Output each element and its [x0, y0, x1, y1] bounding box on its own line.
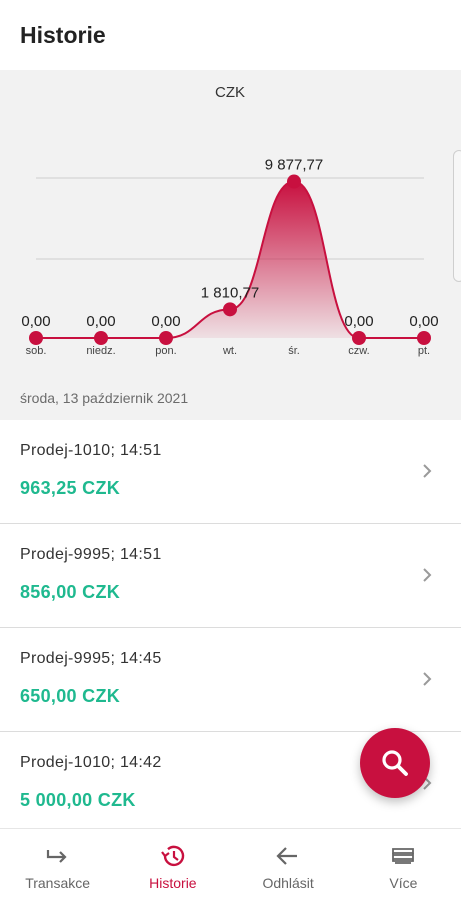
- transaction-separator: ;: [110, 442, 116, 459]
- bottom-navigation: Transakce Historie Odhlásit Více: [0, 828, 461, 900]
- transaction-name: Prodej-9995: [20, 546, 111, 563]
- transaction-row[interactable]: Prodej-9995; 14:45 650,00 CZK: [0, 628, 461, 732]
- chevron-right-icon: [423, 672, 432, 686]
- nav-label: Historie: [149, 875, 197, 891]
- chart-point: [287, 174, 301, 189]
- chart-point: [223, 302, 237, 317]
- chart-tick-label: sob.: [26, 345, 47, 357]
- chevron-right-icon: [423, 568, 432, 582]
- search-icon: [382, 750, 408, 776]
- chart-data-label: 0,00: [409, 313, 438, 330]
- chevron-right-icon: [423, 464, 432, 478]
- transaction-name: Prodej-9995: [20, 650, 111, 667]
- transaction-separator: ;: [110, 650, 116, 667]
- transaction-amount: 856,00 CZK: [20, 582, 121, 602]
- transaction-amount: 5 000,00 CZK: [20, 790, 136, 810]
- chart-data-label: 0,00: [21, 313, 50, 330]
- back-arrow-icon: [276, 847, 298, 865]
- nav-item-transakce[interactable]: Transakce: [0, 829, 115, 900]
- transfer-arrow-icon: [46, 850, 67, 863]
- chart-point: [159, 331, 173, 345]
- nav-label: Odhlásit: [262, 875, 314, 891]
- chart-data-label: 1 810,77: [201, 284, 259, 301]
- transaction-amount: 650,00 CZK: [20, 686, 121, 706]
- transaction-title: Prodej-1010; 14:51: [20, 442, 162, 460]
- chart-data-label: 0,00: [86, 313, 115, 330]
- chart-title: CZK: [215, 84, 245, 101]
- transaction-time: 14:51: [119, 442, 162, 459]
- nav-item-historie[interactable]: Historie: [115, 829, 230, 900]
- chart-point: [94, 331, 108, 345]
- chart-date-label: środa, 13 październik 2021: [20, 390, 189, 406]
- chart-point: [29, 331, 43, 345]
- transaction-time: 14:51: [119, 546, 162, 563]
- transaction-time: 14:42: [119, 754, 162, 771]
- transaction-amount: 963,25 CZK: [20, 478, 121, 498]
- chart-data-label: 9 877,77: [265, 157, 323, 174]
- page-title: Historie: [20, 22, 106, 48]
- history-chart: CZK 0,00 sob. 0,00 niedz. 0,00 pon. 1 810,77 wt.…: [21, 84, 438, 357]
- transaction-name: Prodej-1010: [20, 442, 111, 459]
- search-fab-button[interactable]: [360, 728, 430, 798]
- chart-tick-label: pon.: [155, 345, 176, 357]
- chart-data-label: 0,00: [151, 313, 180, 330]
- nav-label: Transakce: [25, 875, 91, 891]
- chart-tick-label: wt.: [222, 345, 237, 357]
- nav-item-odhlasit[interactable]: Odhlásit: [231, 829, 346, 900]
- chart-tick-label: niedz.: [86, 345, 115, 357]
- chart-tick-label: czw.: [348, 345, 369, 357]
- layers-icon: [392, 848, 415, 864]
- transaction-time: 14:45: [119, 650, 162, 667]
- nav-label: Více: [389, 875, 418, 891]
- transaction-separator: ;: [110, 546, 116, 563]
- transaction-row[interactable]: Prodej-9995; 14:51 856,00 CZK: [0, 524, 461, 628]
- chart-tick-label: śr.: [288, 345, 300, 357]
- chart-point: [352, 331, 366, 345]
- transaction-name: Prodej-1010: [20, 754, 111, 771]
- transaction-separator: ;: [110, 754, 116, 771]
- transaction-row[interactable]: Prodej-1010; 14:51 963,25 CZK: [0, 420, 461, 524]
- transaction-title: Prodej-9995; 14:45: [20, 650, 162, 668]
- side-pull-tab[interactable]: [453, 150, 461, 282]
- history-chart-panel: CZK 0,00 sob. 0,00 niedz. 0,00 pon. 1 810,77 wt.…: [0, 70, 461, 420]
- transaction-title: Prodej-9995; 14:51: [20, 546, 162, 564]
- app-header: Historie: [0, 0, 461, 70]
- chart-tick-label: pt.: [418, 345, 430, 357]
- nav-item-vice[interactable]: Více: [346, 829, 461, 900]
- history-icon: [160, 845, 185, 867]
- transaction-title: Prodej-1010; 14:42: [20, 754, 162, 772]
- chart-point: [417, 331, 431, 345]
- chart-data-label: 0,00: [344, 313, 373, 330]
